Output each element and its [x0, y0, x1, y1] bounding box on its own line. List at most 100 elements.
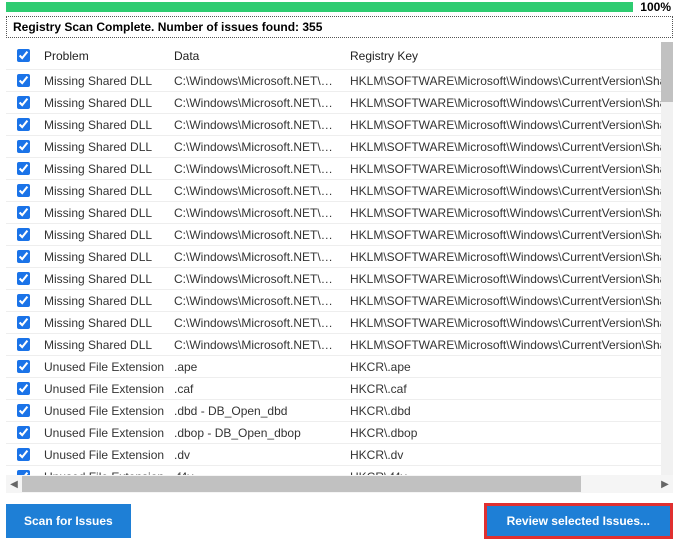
- row-data: .dbop - DB_Open_dbop: [170, 426, 346, 440]
- row-checkbox[interactable]: [17, 140, 30, 153]
- row-problem: Unused File Extension: [40, 404, 170, 418]
- col-header-data[interactable]: Data: [170, 49, 346, 63]
- table-row[interactable]: Missing Shared DLLC:\Windows\Microsoft.N…: [6, 312, 661, 334]
- row-checkbox[interactable]: [17, 272, 30, 285]
- progress-bar: [6, 2, 633, 12]
- row-problem: Unused File Extension: [40, 360, 170, 374]
- table-row[interactable]: Unused File Extension.cafHKCR\.caf: [6, 378, 661, 400]
- row-problem: Missing Shared DLL: [40, 338, 170, 352]
- row-data: C:\Windows\Microsoft.NET\Fra...: [170, 250, 346, 264]
- table-row[interactable]: Missing Shared DLLC:\Windows\Microsoft.N…: [6, 114, 661, 136]
- table-header-row: Problem Data Registry Key: [6, 42, 661, 70]
- row-problem: Unused File Extension: [40, 448, 170, 462]
- table-row[interactable]: Missing Shared DLLC:\Windows\Microsoft.N…: [6, 290, 661, 312]
- row-data: C:\Windows\Microsoft.NET\Fra...: [170, 74, 346, 88]
- row-checkbox[interactable]: [17, 74, 30, 87]
- row-problem: Missing Shared DLL: [40, 250, 170, 264]
- table-row[interactable]: Missing Shared DLLC:\Windows\Microsoft.N…: [6, 224, 661, 246]
- row-key: HKLM\SOFTWARE\Microsoft\Windows\CurrentV…: [346, 96, 661, 110]
- select-all-checkbox[interactable]: [17, 49, 30, 62]
- row-data: C:\Windows\Microsoft.NET\Fra...: [170, 118, 346, 132]
- row-key: HKLM\SOFTWARE\Microsoft\Windows\CurrentV…: [346, 316, 661, 330]
- row-key: HKLM\SOFTWARE\Microsoft\Windows\CurrentV…: [346, 118, 661, 132]
- row-key: HKCR\.dv: [346, 448, 661, 462]
- row-problem: Missing Shared DLL: [40, 74, 170, 88]
- row-problem: Missing Shared DLL: [40, 184, 170, 198]
- horizontal-scrollbar-thumb[interactable]: [22, 476, 581, 492]
- table-row[interactable]: Unused File Extension.f4vHKCR\.f4v: [6, 466, 661, 475]
- col-header-key[interactable]: Registry Key: [346, 49, 661, 63]
- row-data: .caf: [170, 382, 346, 396]
- row-data: .dbd - DB_Open_dbd: [170, 404, 346, 418]
- row-problem: Missing Shared DLL: [40, 96, 170, 110]
- col-header-problem[interactable]: Problem: [40, 49, 170, 63]
- table-row[interactable]: Unused File Extension.dvHKCR\.dv: [6, 444, 661, 466]
- row-key: HKLM\SOFTWARE\Microsoft\Windows\CurrentV…: [346, 294, 661, 308]
- row-data: C:\Windows\Microsoft.NET\Fra...: [170, 206, 346, 220]
- row-key: HKCR\.dbd: [346, 404, 661, 418]
- scroll-right-icon[interactable]: ▶: [657, 476, 673, 492]
- row-checkbox[interactable]: [17, 294, 30, 307]
- row-key: HKCR\.dbop: [346, 426, 661, 440]
- table-row[interactable]: Missing Shared DLLC:\Windows\Microsoft.N…: [6, 202, 661, 224]
- progress-percent: 100%: [633, 0, 673, 14]
- review-button[interactable]: Review selected Issues...: [484, 503, 673, 539]
- row-checkbox[interactable]: [17, 316, 30, 329]
- vertical-scrollbar-thumb[interactable]: [661, 42, 673, 102]
- row-problem: Unused File Extension: [40, 382, 170, 396]
- table-row[interactable]: Missing Shared DLLC:\Windows\Microsoft.N…: [6, 158, 661, 180]
- row-problem: Missing Shared DLL: [40, 272, 170, 286]
- vertical-scrollbar[interactable]: [661, 42, 673, 475]
- scroll-left-icon[interactable]: ◀: [6, 476, 22, 492]
- row-data: C:\Windows\Microsoft.NET\Fra...: [170, 96, 346, 110]
- row-data: C:\Windows\Microsoft.NET\Fra...: [170, 228, 346, 242]
- row-checkbox[interactable]: [17, 448, 30, 461]
- row-checkbox[interactable]: [17, 96, 30, 109]
- table-row[interactable]: Missing Shared DLLC:\Windows\Microsoft.N…: [6, 92, 661, 114]
- row-data: C:\Windows\Microsoft.NET\Fra...: [170, 294, 346, 308]
- row-data: C:\Windows\Microsoft.NET\Fra...: [170, 162, 346, 176]
- row-checkbox[interactable]: [17, 250, 30, 263]
- row-key: HKLM\SOFTWARE\Microsoft\Windows\CurrentV…: [346, 272, 661, 286]
- table-row[interactable]: Missing Shared DLLC:\Windows\Microsoft.N…: [6, 70, 661, 92]
- row-problem: Missing Shared DLL: [40, 228, 170, 242]
- row-problem: Missing Shared DLL: [40, 118, 170, 132]
- row-checkbox[interactable]: [17, 360, 30, 373]
- row-key: HKLM\SOFTWARE\Microsoft\Windows\CurrentV…: [346, 74, 661, 88]
- row-checkbox[interactable]: [17, 184, 30, 197]
- status-text: Registry Scan Complete. Number of issues…: [6, 16, 673, 38]
- row-checkbox[interactable]: [17, 162, 30, 175]
- row-data: C:\Windows\Microsoft.NET\Fra...: [170, 338, 346, 352]
- row-key: HKLM\SOFTWARE\Microsoft\Windows\CurrentV…: [346, 250, 661, 264]
- row-data: C:\Windows\Microsoft.NET\Fra...: [170, 316, 346, 330]
- table-row[interactable]: Missing Shared DLLC:\Windows\Microsoft.N…: [6, 334, 661, 356]
- row-data: .ape: [170, 360, 346, 374]
- row-data: C:\Windows\Microsoft.NET\Fra...: [170, 272, 346, 286]
- row-problem: Missing Shared DLL: [40, 294, 170, 308]
- table-row[interactable]: Missing Shared DLLC:\Windows\Microsoft.N…: [6, 246, 661, 268]
- table-row[interactable]: Missing Shared DLLC:\Windows\Microsoft.N…: [6, 180, 661, 202]
- row-checkbox[interactable]: [17, 404, 30, 417]
- table-row[interactable]: Unused File Extension.dbop - DB_Open_dbo…: [6, 422, 661, 444]
- row-checkbox[interactable]: [17, 206, 30, 219]
- row-key: HKLM\SOFTWARE\Microsoft\Windows\CurrentV…: [346, 338, 661, 352]
- row-checkbox[interactable]: [17, 118, 30, 131]
- row-checkbox[interactable]: [17, 338, 30, 351]
- horizontal-scrollbar[interactable]: ◀ ▶: [6, 475, 673, 493]
- row-problem: Missing Shared DLL: [40, 162, 170, 176]
- row-problem: Missing Shared DLL: [40, 206, 170, 220]
- table-row[interactable]: Unused File Extension.dbd - DB_Open_dbdH…: [6, 400, 661, 422]
- row-checkbox[interactable]: [17, 426, 30, 439]
- table-row[interactable]: Missing Shared DLLC:\Windows\Microsoft.N…: [6, 268, 661, 290]
- row-key: HKLM\SOFTWARE\Microsoft\Windows\CurrentV…: [346, 140, 661, 154]
- row-key: HKLM\SOFTWARE\Microsoft\Windows\CurrentV…: [346, 206, 661, 220]
- results-table: Problem Data Registry Key Missing Shared…: [6, 42, 673, 475]
- table-row[interactable]: Missing Shared DLLC:\Windows\Microsoft.N…: [6, 136, 661, 158]
- row-problem: Missing Shared DLL: [40, 140, 170, 154]
- row-checkbox[interactable]: [17, 382, 30, 395]
- row-checkbox[interactable]: [17, 228, 30, 241]
- row-data: .dv: [170, 448, 346, 462]
- table-row[interactable]: Unused File Extension.apeHKCR\.ape: [6, 356, 661, 378]
- row-key: HKLM\SOFTWARE\Microsoft\Windows\CurrentV…: [346, 184, 661, 198]
- scan-button[interactable]: Scan for Issues: [6, 504, 131, 538]
